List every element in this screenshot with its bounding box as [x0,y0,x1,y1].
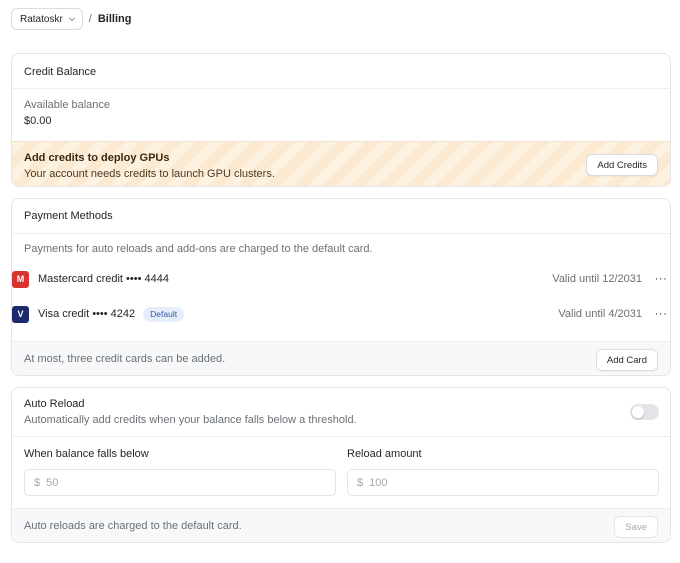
breadcrumb: Ratatoskr / Billing [11,8,131,30]
more-options-icon[interactable]: ··· [654,308,668,320]
payment-methods-description: Payments for auto reloads and add-ons ar… [24,243,373,255]
reload-amount-field: $ [347,469,659,496]
auto-reload-title: Auto Reload [24,398,85,410]
auto-reload-footer: Auto reloads are charged to the default … [12,508,670,542]
threshold-field: $ [24,469,336,496]
alert-message: Your account needs credits to launch GPU… [24,168,275,180]
breadcrumb-separator: / [88,13,92,25]
currency-symbol: $ [357,476,364,489]
payment-method-row-visa: V Visa credit •••• 4242 Default Valid un… [12,304,668,324]
credit-balance-title: Credit Balance [24,66,97,78]
more-options-icon[interactable]: ··· [654,273,668,285]
add-credits-alert: Add credits to deploy GPUs Your account … [12,141,670,186]
chevron-down-icon [68,15,76,23]
auto-reload-subtitle: Automatically add credits when your bala… [24,414,357,426]
reload-amount-label: Reload amount [347,448,422,460]
card-valid-until: Valid until 12/2031 [552,273,642,285]
payment-method-row-mastercard: M Mastercard credit •••• 4444 Valid unti… [12,269,668,289]
alert-title: Add credits to deploy GPUs [24,152,170,164]
payment-methods-title: Payment Methods [24,210,113,222]
credit-balance-card: Credit Balance Available balance $0.00 A… [11,53,671,187]
threshold-input[interactable] [46,476,335,489]
auto-reload-card: Auto Reload Automatically add credits wh… [11,387,671,543]
divider [12,436,670,437]
currency-symbol: $ [34,476,41,489]
save-button[interactable]: Save [614,516,658,538]
mastercard-logo-icon: M [12,270,29,288]
toggle-knob [632,406,644,418]
available-balance-value: $0.00 [24,115,52,127]
card-limit-note: At most, three credit cards can be added… [24,353,226,365]
reload-amount-input[interactable] [369,476,658,489]
add-credits-button[interactable]: Add Credits [586,154,658,176]
add-card-button[interactable]: Add Card [595,349,658,371]
default-badge: Default [143,306,185,322]
card-valid-until: Valid until 4/2031 [558,308,642,320]
auto-reload-toggle[interactable] [630,404,659,420]
visa-logo-icon: V [12,305,29,323]
org-name: Ratatoskr [20,13,63,25]
available-balance-label: Available balance [24,99,111,111]
divider [12,88,670,89]
page-title: Billing [97,13,132,25]
card-name: Visa credit •••• 4242 [38,308,136,320]
threshold-label: When balance falls below [24,448,149,460]
payment-methods-footer: At most, three credit cards can be added… [12,341,670,375]
org-selector[interactable]: Ratatoskr [11,8,83,30]
card-name: Mastercard credit •••• 4444 [38,273,169,285]
auto-reload-note: Auto reloads are charged to the default … [24,520,242,532]
divider [12,233,670,234]
